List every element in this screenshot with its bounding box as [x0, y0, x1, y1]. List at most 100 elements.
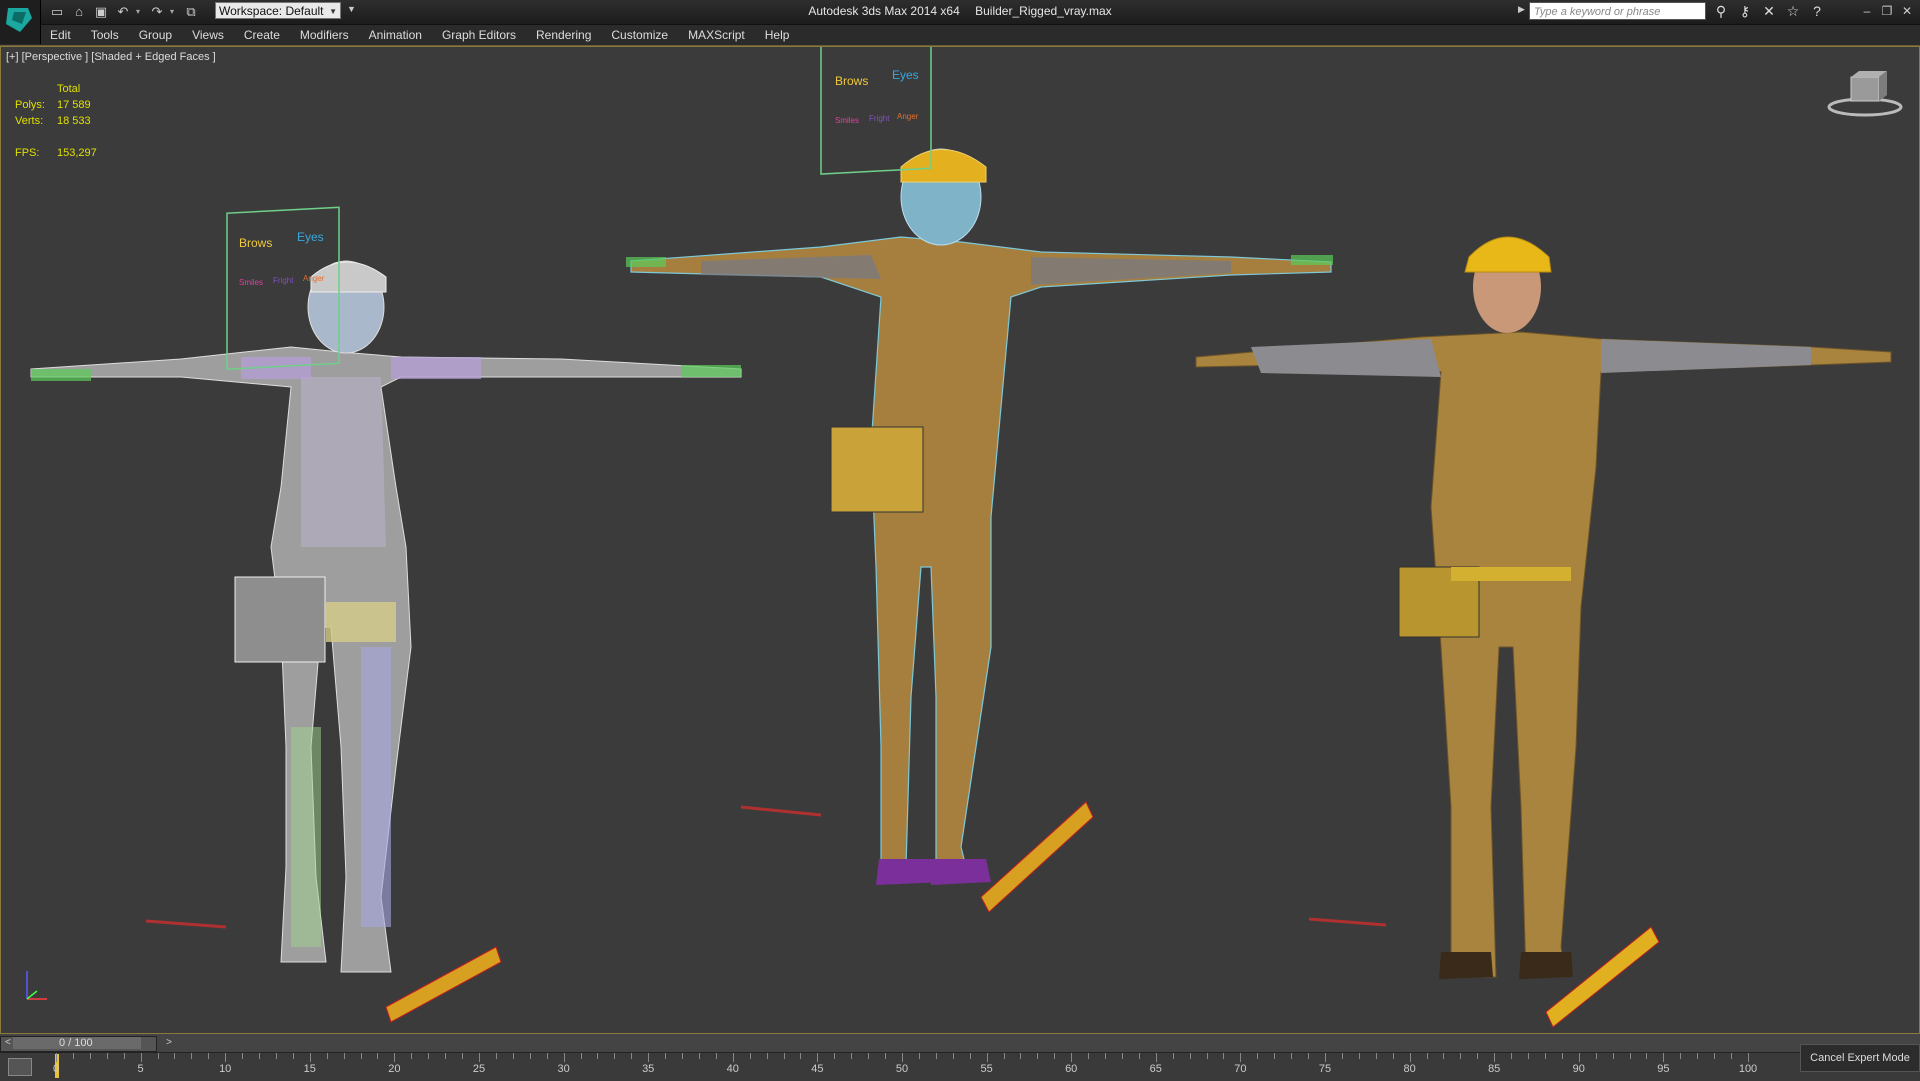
scene-canvas[interactable]: Brows Eyes Smiles Fright Anger Brows Eye… — [1, 47, 1919, 1033]
ruler-label: 20 — [388, 1063, 401, 1075]
ruler-tick — [191, 1053, 193, 1059]
ruler-tick — [1155, 1053, 1157, 1062]
ruler-tick — [1240, 1053, 1242, 1062]
ruler-tick — [935, 1053, 937, 1059]
infocenter-toolbar: ⚲ ⚷ ✕ ☆ ? — [1712, 2, 1826, 20]
ruler-tick — [106, 1053, 108, 1059]
subscription-icon[interactable]: ⚷ — [1736, 2, 1754, 20]
communication-center-icon[interactable]: ✕ — [1760, 2, 1778, 20]
ruler-label: 85 — [1488, 1063, 1501, 1075]
ruler-tick — [1172, 1053, 1174, 1059]
redo-dropdown-icon[interactable]: ▾ — [170, 7, 178, 16]
new-file-icon[interactable]: ▭ — [48, 4, 66, 20]
open-file-icon[interactable]: ⌂ — [70, 4, 88, 20]
menu-animation[interactable]: Animation — [359, 25, 432, 45]
ruler-tick — [411, 1053, 413, 1059]
ruler-tick — [462, 1053, 464, 1059]
window-controls: – ❐ ✕ — [1860, 2, 1914, 20]
time-slider[interactable]: < 0 / 100 > — [0, 1036, 172, 1052]
ruler-tick — [495, 1053, 497, 1059]
menu-edit[interactable]: Edit — [40, 25, 81, 45]
restore-icon[interactable]: ❐ — [1880, 2, 1894, 20]
menu-modifiers[interactable]: Modifiers — [290, 25, 359, 45]
ruler-tick — [157, 1053, 159, 1059]
ruler-tick — [1358, 1053, 1360, 1059]
ruler-tick — [969, 1053, 971, 1059]
ruler-label: 90 — [1572, 1063, 1585, 1075]
redo-icon[interactable]: ↷ — [148, 4, 166, 20]
quick-access-toolbar: ▭ ⌂ ▣ ↶ ▾ ↷ ▾ ⧉ — [48, 3, 200, 20]
ruler-tick — [1088, 1053, 1090, 1059]
character-left-skinned[interactable]: Brows Eyes Smiles Fright Anger — [30, 206, 742, 1023]
character-center-rigged[interactable]: Brows Eyes Smiles Fright Anger — [626, 47, 1333, 913]
close-icon[interactable]: ✕ — [1900, 2, 1914, 20]
menu-create[interactable]: Create — [234, 25, 290, 45]
cancel-expert-mode-button[interactable]: Cancel Expert Mode — [1800, 1044, 1920, 1072]
ruler-tick — [1511, 1053, 1513, 1059]
ruler-tick — [326, 1053, 328, 1059]
ruler-tick — [1223, 1053, 1225, 1059]
ruler-label: 60 — [1065, 1063, 1078, 1075]
character-right-textured[interactable] — [1195, 236, 1892, 1028]
frame-position: 0 / 100 — [59, 1037, 93, 1049]
smiles-label-left: Smiles — [239, 278, 263, 287]
menu-help[interactable]: Help — [755, 25, 800, 45]
binoculars-icon[interactable]: ⚲ — [1712, 2, 1730, 20]
help-icon[interactable]: ? — [1808, 2, 1826, 20]
perspective-viewport[interactable]: [+] [Perspective ] [Shaded + Edged Faces… — [0, 46, 1920, 1034]
ruler-tick — [597, 1053, 599, 1059]
ruler-tick — [377, 1053, 379, 1059]
project-folder-icon[interactable]: ⧉ — [182, 4, 200, 20]
ruler-label: 70 — [1234, 1063, 1247, 1075]
menu-maxscript[interactable]: MAXScript — [678, 25, 755, 45]
undo-dropdown-icon[interactable]: ▾ — [136, 7, 144, 16]
ruler-tick — [732, 1053, 734, 1062]
ruler-tick — [1392, 1053, 1394, 1059]
ruler-tick — [563, 1053, 565, 1062]
undo-icon[interactable]: ↶ — [114, 4, 132, 20]
ruler-tick — [614, 1053, 616, 1059]
menu-graph-editors[interactable]: Graph Editors — [432, 25, 526, 45]
axis-tripod-icon — [26, 971, 47, 1000]
fright-label-left: Fright — [273, 276, 294, 285]
ruler-tick — [1731, 1053, 1733, 1059]
ruler-tick — [1544, 1053, 1546, 1059]
workspace-select[interactable]: Workspace: Default ▼ — [215, 2, 341, 19]
ruler-tick — [580, 1053, 582, 1059]
prev-frame-icon[interactable]: < — [5, 1037, 11, 1048]
ruler-tick — [292, 1053, 294, 1059]
brows-label-left: Brows — [239, 236, 272, 250]
menu-group[interactable]: Group — [129, 25, 182, 45]
app-menu-button[interactable] — [0, 0, 41, 44]
eyes-label-left: Eyes — [297, 230, 324, 244]
next-frame-icon[interactable]: > — [166, 1037, 172, 1048]
ruler-tick — [1460, 1053, 1462, 1059]
ruler-tick — [1714, 1053, 1716, 1059]
ruler-label: 100 — [1738, 1063, 1758, 1075]
ruler-tick — [89, 1053, 91, 1059]
ruler-label: 55 — [980, 1063, 993, 1075]
ruler-tick — [529, 1053, 531, 1059]
minimize-icon[interactable]: – — [1860, 2, 1874, 20]
favorites-star-icon[interactable]: ☆ — [1784, 2, 1802, 20]
ruler-tick — [56, 1053, 57, 1062]
ruler-tick — [1138, 1053, 1140, 1059]
workspace-value: Workspace: Default — [219, 4, 324, 18]
menu-tools[interactable]: Tools — [81, 25, 129, 45]
search-expand-icon[interactable]: ▶ — [1518, 4, 1525, 15]
ruler-tick — [918, 1053, 920, 1059]
ruler-tick — [749, 1053, 751, 1059]
save-file-icon[interactable]: ▣ — [92, 4, 110, 20]
search-input[interactable]: Type a keyword or phrase — [1529, 2, 1706, 20]
ruler-tick — [868, 1053, 870, 1059]
ruler-tick — [648, 1053, 650, 1062]
qa-customize-icon[interactable]: ▼ — [347, 4, 356, 14]
ruler-tick — [1257, 1053, 1259, 1059]
key-filter-icon[interactable] — [8, 1058, 32, 1076]
menu-rendering[interactable]: Rendering — [526, 25, 601, 45]
menu-customize[interactable]: Customize — [601, 25, 678, 45]
ruler-tick — [174, 1053, 176, 1059]
ruler-tick — [1629, 1053, 1631, 1059]
menu-views[interactable]: Views — [182, 25, 234, 45]
ruler-tick — [1477, 1053, 1479, 1059]
